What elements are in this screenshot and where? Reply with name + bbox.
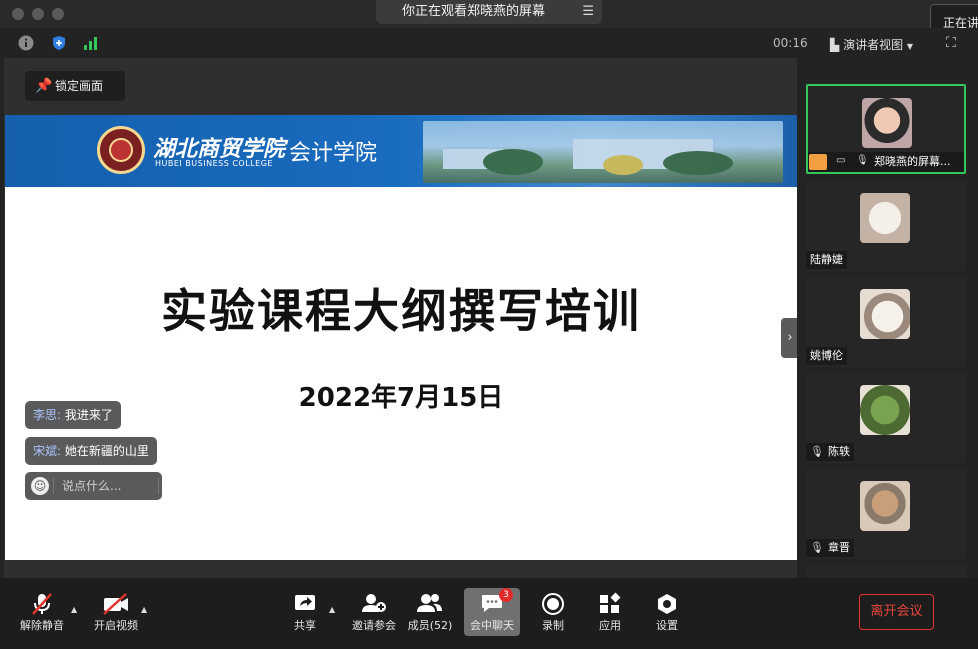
chat-message: 宋斌: 她在新疆的山里 [25, 437, 157, 465]
slide-date: 2022年7月15日 [298, 383, 504, 413]
college-emblem-logo [97, 126, 145, 174]
participant-avatar [860, 193, 910, 243]
chat-unread-badge: 3 [499, 588, 513, 602]
title-bar: 你正在观看郑晓燕的屏幕 ☰ [0, 0, 978, 28]
campus-photo [423, 121, 783, 183]
settings-button[interactable]: 设置 [637, 592, 697, 640]
school-name-en: HUBEI BUSINESS COLLEGE [155, 159, 273, 168]
participant-name-row: 🎙 章晋 [806, 539, 854, 557]
meeting-timer: 00:16 [773, 36, 808, 50]
participant-tile[interactable]: 姚博伦 [806, 277, 966, 367]
chat-input-placeholder[interactable]: 说点什么... [62, 472, 121, 500]
menu-icon[interactable]: ☰ [582, 0, 594, 24]
participant-tile[interactable]: 🎙 陈轶 [806, 373, 966, 463]
participant-avatar [860, 385, 910, 435]
chat-input-bar[interactable]: ☺ 说点什么... ◀ [25, 472, 175, 500]
video-options-caret-icon[interactable]: ▲ [141, 605, 147, 614]
participant-footer: ▭ 🎙 郑晓燕的屏幕... [808, 152, 964, 172]
share-label: 共享 [294, 619, 316, 632]
audio-options-caret-icon[interactable]: ▲ [71, 605, 77, 614]
members-button[interactable]: 成员(52) [400, 592, 460, 640]
members-label: 成员(52) [407, 619, 453, 632]
close-window-button[interactable] [12, 8, 24, 20]
slide-header: 湖北商贸学院 HUBEI BUSINESS COLLEGE 会计学院 [5, 115, 797, 187]
record-button[interactable]: 录制 [523, 592, 583, 640]
emoji-icon[interactable]: ☺ [31, 477, 49, 495]
settings-label: 设置 [656, 619, 678, 632]
participant-name-row: 🎙 陈轶 [806, 443, 854, 461]
divider [158, 478, 159, 494]
chat-button[interactable]: 会中聊天 [462, 592, 522, 640]
chat-message: 李思: 我进来了 [25, 401, 121, 429]
meeting-window: 你正在观看郑晓燕的屏幕 ☰ 正在讲 00:16 ▙ 演讲者视图 ▼ ⛶ 📌 锁定… [0, 0, 978, 649]
invite-label: 邀请参会 [352, 619, 396, 632]
participant-name: 郑晓燕的屏幕... [874, 155, 951, 168]
start-video-button[interactable]: 开启视频 [86, 592, 146, 640]
share-screen-icon [275, 592, 335, 618]
chat-sender: 宋斌: [33, 444, 62, 458]
participant-name: 陆静婕 [806, 251, 847, 269]
microphone-muted-icon: 🎙 [810, 445, 824, 458]
participant-name: 姚博伦 [806, 347, 847, 365]
chat-sender: 李思: [33, 408, 62, 422]
microphone-icon: 🎙 [856, 155, 869, 166]
leave-meeting-button[interactable]: 离开会议 [859, 594, 934, 630]
invite-button[interactable]: 邀请参会 [344, 592, 404, 640]
chat-text: 她在新疆的山里 [64, 444, 149, 458]
participant-tile[interactable]: ▭ 🎙 郑晓燕的屏幕... [806, 84, 966, 174]
view-label: 演讲者视图 [843, 38, 904, 52]
sharing-banner-text: 你正在观看郑晓燕的屏幕 [402, 4, 546, 19]
microphone-muted-icon [12, 592, 72, 618]
chat-bubble-icon [462, 592, 522, 618]
participant-avatar [860, 289, 910, 339]
microphone-muted-icon: 🎙 [810, 541, 824, 554]
signal-icon[interactable] [83, 35, 99, 51]
lock-view-label: 锁定画面 [55, 79, 104, 93]
start-video-label: 开启视频 [94, 619, 138, 632]
video-off-icon [86, 592, 146, 618]
zoom-window-button[interactable] [52, 8, 64, 20]
minimize-window-button[interactable] [32, 8, 44, 20]
participant-tile[interactable]: 陆静婕 [806, 181, 966, 271]
pin-icon: 📌 [35, 78, 53, 94]
info-icon[interactable] [18, 35, 34, 51]
share-button[interactable]: 共享 [275, 592, 335, 640]
slide-title: 实验课程大纲撰写培训 [161, 284, 641, 338]
screen-share-indicator-icon [809, 154, 827, 170]
record-label: 录制 [542, 619, 564, 632]
send-arrow-icon[interactable]: ◀ [167, 472, 175, 500]
unmute-label: 解除静音 [20, 619, 64, 632]
chat-text: 我进来了 [64, 408, 113, 422]
share-options-caret-icon[interactable]: ▲ [329, 605, 335, 614]
fullscreen-icon[interactable]: ⛶ [946, 35, 956, 51]
lock-view-button[interactable]: 📌 锁定画面 [25, 71, 125, 101]
gear-icon [637, 592, 697, 618]
chat-label: 会中聊天 [470, 619, 514, 632]
divider [53, 478, 54, 494]
record-icon [523, 592, 583, 618]
college-name: 会计学院 [289, 141, 378, 166]
apps-label: 应用 [599, 619, 621, 632]
participant-tile[interactable]: 🎙 章晋 [806, 469, 966, 559]
chevron-right-icon: › [787, 330, 793, 345]
unmute-button[interactable]: 解除静音 [12, 592, 72, 640]
add-user-icon [344, 592, 404, 618]
apps-button[interactable]: 应用 [580, 592, 640, 640]
participant-avatar [860, 481, 910, 531]
apps-grid-icon [580, 592, 640, 618]
shield-icon[interactable] [51, 35, 67, 51]
speaker-view-button[interactable]: ▙ 演讲者视图 ▼ [830, 36, 913, 53]
participant-tile[interactable] [806, 565, 966, 578]
info-bar: 00:16 ▙ 演讲者视图 ▼ ⛶ [0, 28, 978, 58]
emblem-inner [109, 138, 133, 162]
participant-avatar [862, 98, 912, 148]
sharing-banner[interactable]: 你正在观看郑晓燕的屏幕 ☰ [376, 0, 602, 24]
chevron-down-icon: ▼ [906, 42, 914, 51]
participant-name: 章晋 [827, 541, 850, 554]
members-icon [400, 592, 460, 618]
view-layout-icon: ▙ [830, 38, 840, 52]
screen-icon: ▭ [836, 155, 846, 166]
participant-name: 陈轶 [827, 445, 850, 458]
